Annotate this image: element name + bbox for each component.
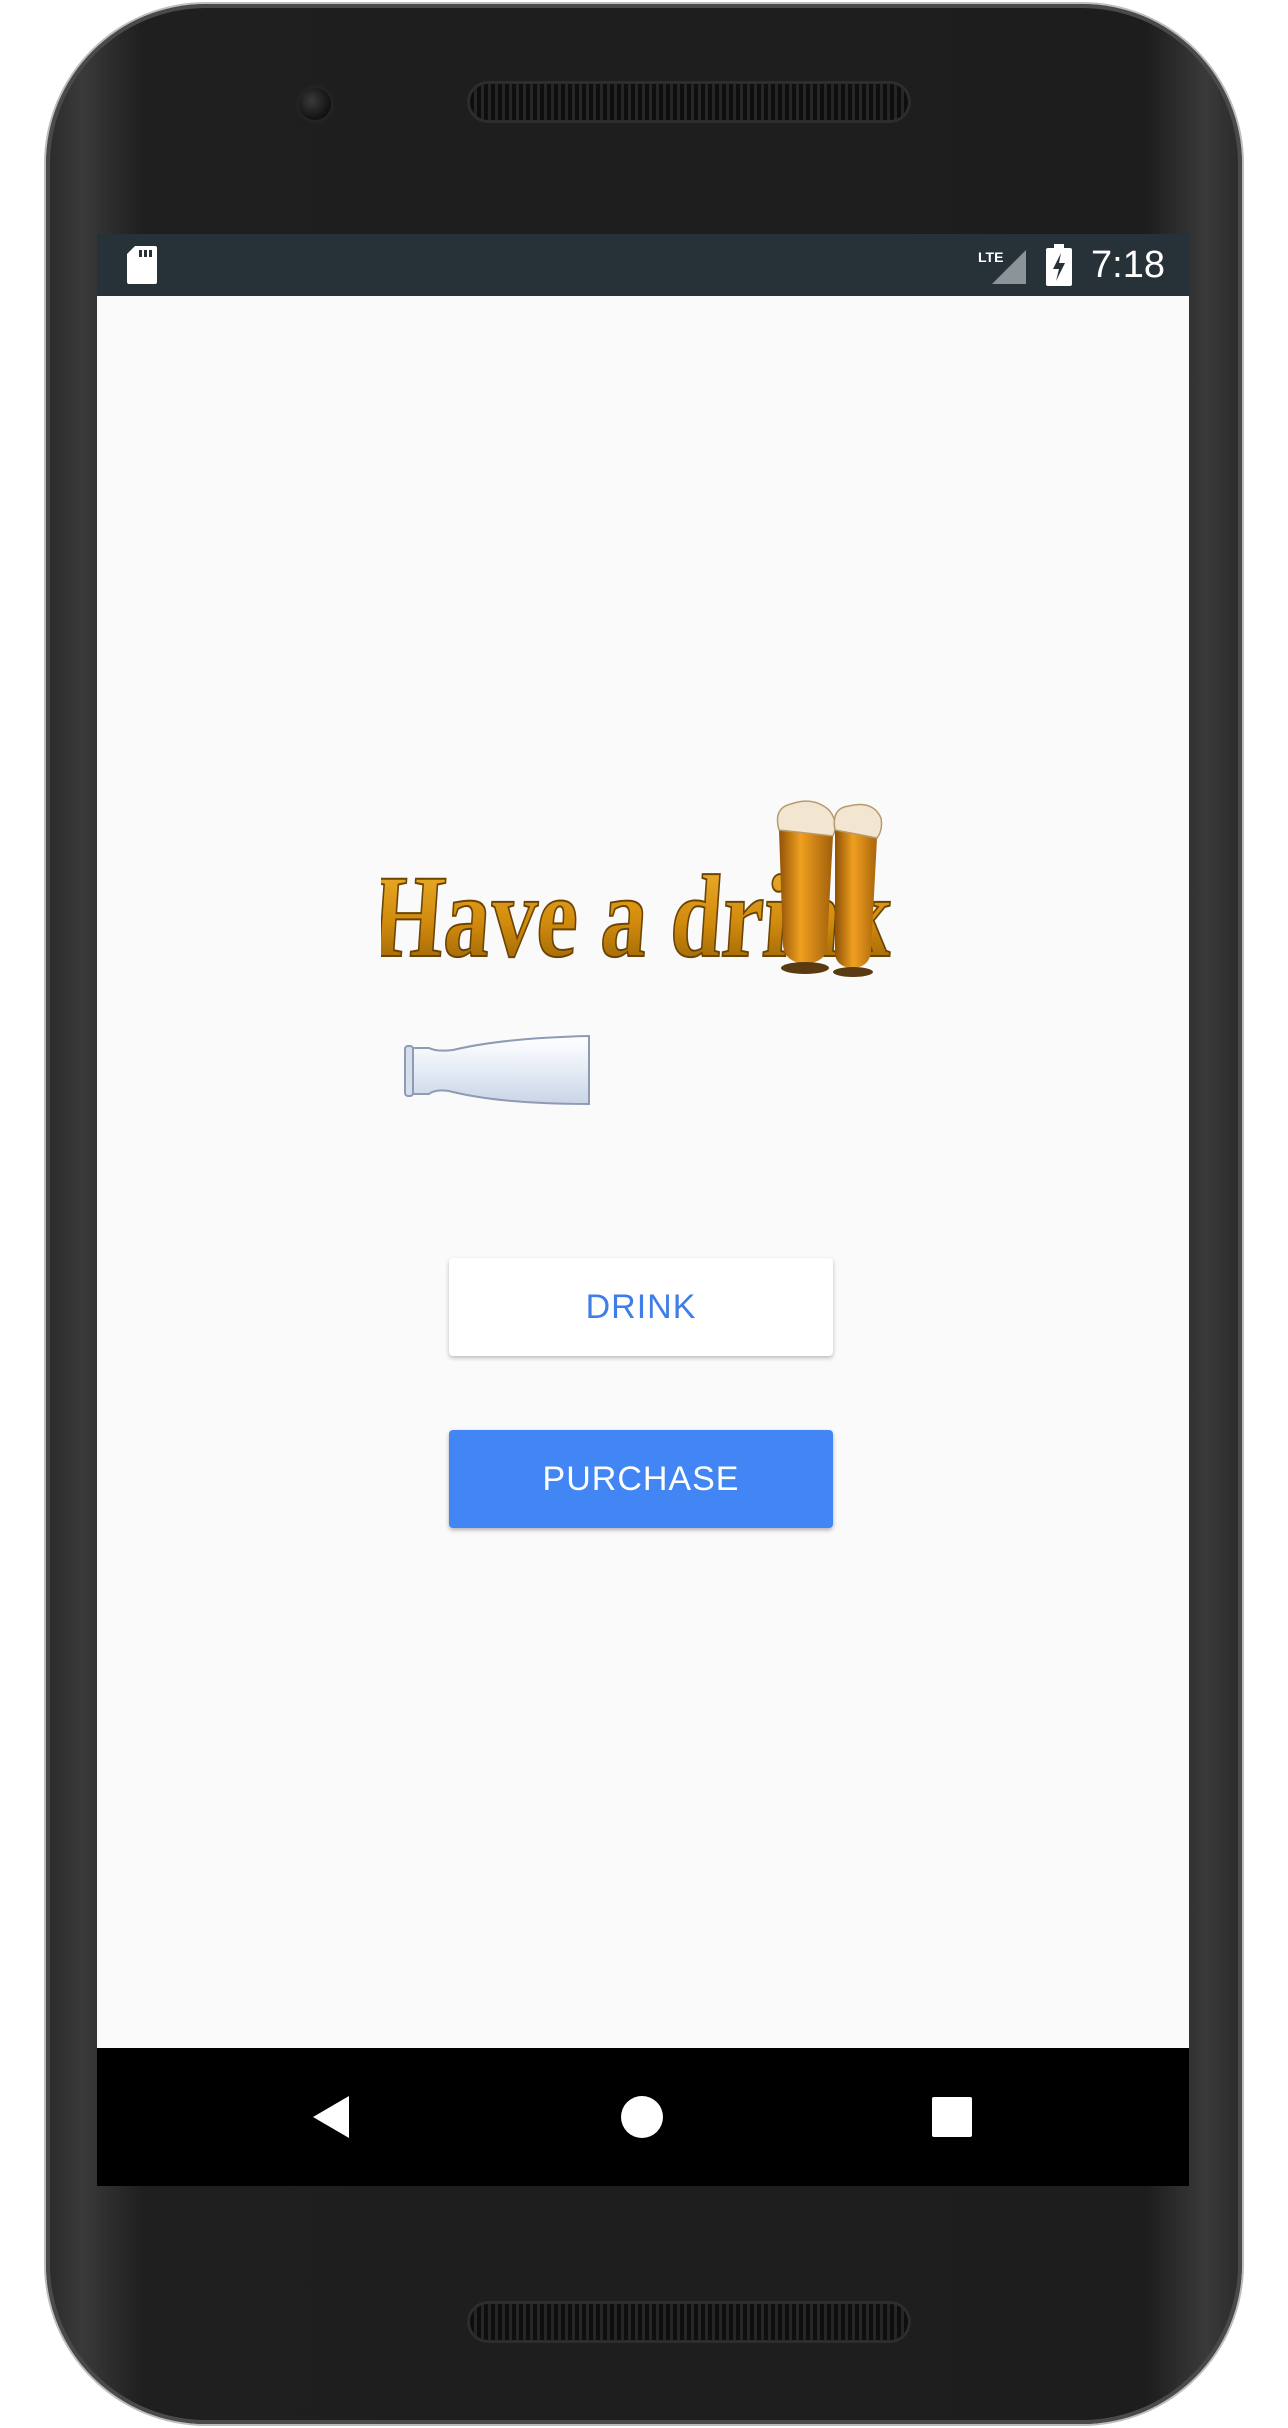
navigation-bar [97, 2048, 1189, 2186]
back-triangle-icon[interactable] [297, 2082, 367, 2152]
bottom-speaker-grille [470, 2304, 908, 2340]
drink-button[interactable]: DRINK [449, 1258, 833, 1356]
front-camera [299, 88, 331, 120]
app-content: Have a drink DRINK PURCHASE [97, 296, 1189, 2048]
have-a-drink-logo: Have a drink [381, 800, 898, 983]
top-speaker-grille [470, 84, 908, 120]
status-clock: 7:18 [1091, 244, 1165, 286]
sd-card-icon [127, 246, 157, 284]
purchase-button[interactable]: PURCHASE [449, 1430, 833, 1528]
device-frame-canvas: LTE 7:18 Have a drink DRINK PURCHASE [0, 0, 1288, 2428]
empty-bottle-icon [404, 1034, 590, 1106]
home-circle-icon[interactable] [607, 2082, 677, 2152]
device-screen: LTE 7:18 Have a drink DRINK PURCHASE [97, 234, 1189, 2186]
network-type-label: LTE [978, 249, 1003, 265]
recents-square-icon[interactable] [917, 2082, 987, 2152]
battery-charging-icon [1046, 244, 1072, 286]
lte-signal-icon: LTE [978, 249, 1026, 284]
status-bar: LTE 7:18 [97, 234, 1189, 296]
